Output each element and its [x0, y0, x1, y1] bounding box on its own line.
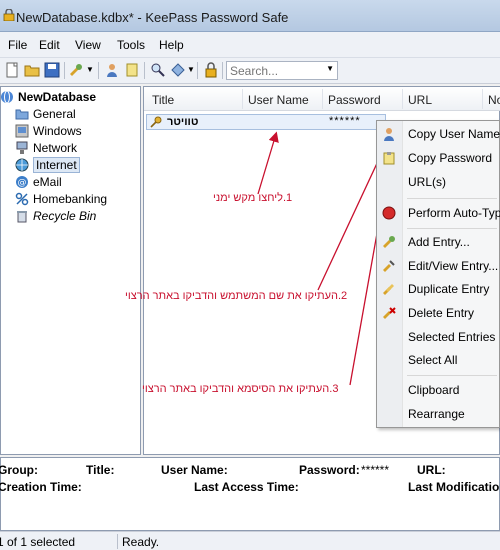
menu-item-urls[interactable]: URL(s) — [377, 171, 500, 193]
column-user-name[interactable]: User Name — [248, 93, 309, 107]
group-tree: NewDatabase General Windows Network Inte… — [0, 86, 141, 455]
search-box[interactable]: ▼ — [226, 61, 338, 80]
svg-text:@: @ — [18, 178, 27, 188]
menu-edit[interactable]: Edit — [39, 38, 60, 52]
list-header: Title User Name Password URL No — [144, 87, 500, 111]
menu-item-select-all[interactable]: Select All — [377, 349, 500, 371]
open-database-icon[interactable] — [24, 62, 40, 78]
menu-item-clipboard[interactable]: Clipboard — [377, 379, 500, 401]
details-last-modification-label: Last Modification — [408, 480, 500, 494]
title-bar: NewDatabase.kdbx* - KeePass Password Saf… — [0, 0, 500, 32]
menu-file[interactable]: File — [8, 38, 27, 52]
table-row[interactable]: טוויטר ****** — [146, 114, 386, 130]
menu-item-delete-entry[interactable]: Delete Entry — [377, 302, 500, 324]
column-notes[interactable]: No — [488, 93, 500, 107]
menu-item-add-entry[interactable]: Add Entry... — [377, 231, 500, 253]
add-entry-icon[interactable] — [68, 62, 84, 78]
menu-bar: File Edit View Tools Help — [0, 32, 500, 58]
menu-item-perform-auto-type[interactable]: Perform Auto-Type — [377, 202, 500, 224]
menu-view[interactable]: View — [75, 38, 101, 52]
status-bar: 1 of 1 selected Ready. — [0, 531, 500, 550]
status-state: Ready. — [122, 535, 160, 549]
edit-key-icon — [383, 260, 395, 272]
search-input[interactable] — [227, 62, 317, 79]
window-title: NewDatabase.kdbx* - KeePass Password Saf… — [16, 10, 289, 25]
delete-key-icon — [383, 307, 396, 319]
menu-item-rearrange[interactable]: Rearrange — [377, 403, 500, 425]
details-password-label: Password: — [299, 463, 360, 477]
column-password[interactable]: Password — [328, 93, 381, 107]
annotation-step-2: 2.העתיקו את שם המשתמש והדביקו באתר הרצוי — [125, 290, 348, 302]
clipboard-icon — [383, 152, 395, 165]
status-selection: 1 of 1 selected — [0, 535, 76, 549]
entry-password: ****** — [329, 115, 361, 127]
network-icon — [16, 141, 28, 154]
details-group-label: Group: — [0, 463, 38, 477]
auto-type-icon — [382, 206, 396, 220]
keepass-lock-icon — [3, 9, 15, 21]
user-icon — [384, 128, 394, 141]
details-password-value: ****** — [361, 463, 390, 477]
folder-icon — [15, 109, 29, 120]
entry-details-panel: Group: Title: User Name: Password: *****… — [0, 457, 500, 531]
copy-username-icon[interactable] — [104, 62, 120, 78]
menu-item-duplicate-entry[interactable]: Duplicate Entry — [377, 278, 500, 300]
save-icon[interactable] — [44, 62, 60, 78]
new-database-icon[interactable] — [4, 62, 20, 78]
menu-item-selected-entries[interactable]: Selected Entries — [377, 326, 500, 348]
entry-title: טוויטר — [167, 116, 199, 128]
menu-item-edit-view-entry[interactable]: Edit/View Entry... — [377, 255, 500, 277]
lock-workspace-icon[interactable] — [203, 62, 219, 78]
menu-tools[interactable]: Tools — [117, 38, 145, 52]
globe-icon — [15, 158, 29, 172]
copy-password-icon[interactable] — [124, 62, 140, 78]
column-url[interactable]: URL — [408, 93, 432, 107]
percent-icon — [15, 192, 29, 206]
find-icon[interactable] — [150, 62, 166, 78]
menu-item-copy-password[interactable]: Copy Password — [377, 147, 500, 169]
entries-filter-icon[interactable] — [170, 62, 186, 78]
annotation-step-3: 3.העתיקו את הסיסמא והדביקו באתר הרצוי — [142, 383, 339, 395]
details-user-name-label: User Name: — [161, 463, 228, 477]
details-creation-time-label: Creation Time: — [0, 480, 82, 494]
recycle-bin-icon — [17, 211, 27, 223]
details-url-label: URL: — [417, 463, 446, 477]
email-icon: @ — [16, 176, 28, 188]
database-icon — [1, 90, 13, 104]
toolbar: ▼ ▼ ▼ — [0, 58, 500, 84]
add-entry-dropdown-icon[interactable]: ▼ — [86, 65, 94, 74]
filter-dropdown-icon[interactable]: ▼ — [187, 65, 195, 74]
menu-item-copy-user-name[interactable]: Copy User Name — [377, 123, 500, 145]
column-title[interactable]: Title — [152, 93, 174, 107]
details-last-access-label: Last Access Time: — [194, 480, 299, 494]
annotation-step-1: 1.ליחצו מקש ימני — [213, 192, 293, 204]
key-icon — [150, 116, 162, 128]
search-dropdown-icon[interactable]: ▼ — [326, 64, 334, 73]
windows-icon — [15, 124, 29, 138]
duplicate-key-icon — [383, 284, 394, 295]
context-menu: Copy User Name Copy Password URL(s) Perf… — [376, 120, 500, 428]
menu-help[interactable]: Help — [159, 38, 184, 52]
add-key-icon — [383, 236, 395, 248]
details-title-label: Title: — [86, 463, 115, 477]
